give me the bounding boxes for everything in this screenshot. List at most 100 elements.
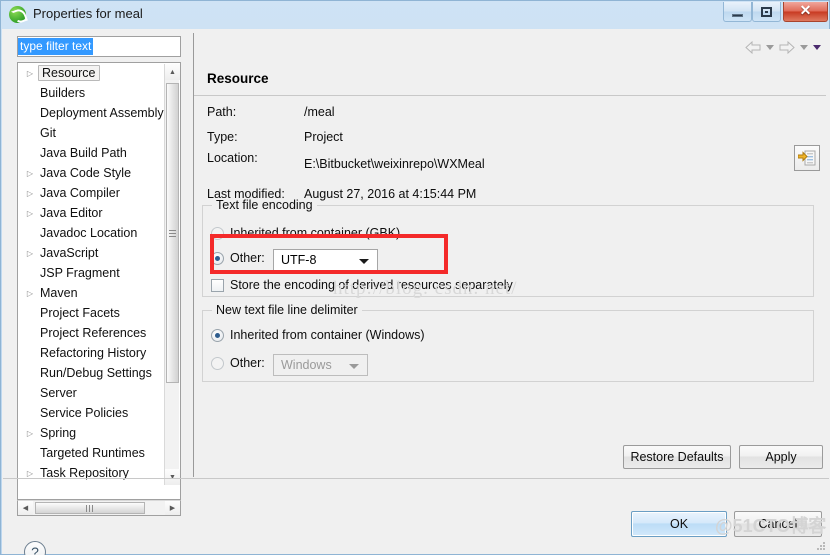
sidebar-item-project-facets[interactable]: ▷Project Facets <box>18 303 166 323</box>
sidebar-item-builders[interactable]: ▷Builders <box>18 83 166 103</box>
line-delimiter-title: New text file line delimiter <box>212 303 362 317</box>
sidebar-item-javadoc-location[interactable]: ▷Javadoc Location <box>18 223 166 243</box>
sidebar-item-task-repository[interactable]: ▷ Task Repository <box>18 463 166 483</box>
radio-icon <box>211 226 224 240</box>
minimize-button[interactable] <box>723 2 752 22</box>
scroll-up-icon[interactable]: ▲ <box>165 64 180 80</box>
checkbox-icon <box>211 278 224 292</box>
resize-grip-icon[interactable] <box>815 539 827 551</box>
sidebar-item-spring[interactable]: ▷ Spring <box>18 423 166 443</box>
page-title: Resource <box>207 71 269 86</box>
radio-icon <box>211 356 224 370</box>
window-title: Properties for meal <box>33 6 143 21</box>
delimiter-combo-value: Windows <box>281 358 332 372</box>
sidebar-item-label: JSP Fragment <box>40 266 120 280</box>
sidebar-item-javascript[interactable]: ▷ JavaScript <box>18 243 166 263</box>
encoding-other-radio[interactable]: Other: <box>211 251 265 265</box>
encoding-other-label: Other: <box>230 251 265 265</box>
expand-chevron-right-icon[interactable]: ▷ <box>22 189 38 198</box>
sidebar-item-resource[interactable]: ▷ Resource <box>18 63 166 83</box>
maximize-icon <box>761 6 772 17</box>
sidebar-item-refactoring-history[interactable]: ▷Refactoring History <box>18 343 166 363</box>
text-file-encoding-group: Text file encoding Inherited from contai… <box>202 198 814 297</box>
sidebar-item-label: Javadoc Location <box>40 226 138 240</box>
sidebar-item-maven[interactable]: ▷ Maven <box>18 283 166 303</box>
sidebar-item-label: Builders <box>40 86 86 100</box>
scroll-right-icon[interactable]: ▶ <box>165 501 180 515</box>
delimiter-other-label: Other: <box>230 356 265 370</box>
panel-divider <box>194 95 826 96</box>
delimiter-combo[interactable]: Windows <box>273 354 368 376</box>
forward-history-chevron-down-icon[interactable] <box>800 45 808 50</box>
expand-chevron-right-icon[interactable]: ▷ <box>22 429 38 438</box>
ok-button[interactable]: OK <box>631 511 727 537</box>
forward-arrow-icon[interactable] <box>779 41 795 54</box>
sidebar-item-label: Deployment Assembly <box>40 106 164 120</box>
sidebar-item-service-policies[interactable]: ▷Service Policies <box>18 403 166 423</box>
chevron-down-icon <box>359 259 369 264</box>
type-value: Project <box>304 130 343 144</box>
sidebar-item-label: Project References <box>40 326 147 340</box>
expand-chevron-right-icon[interactable]: ▷ <box>22 469 38 478</box>
tree-vertical-scrollbar[interactable]: ▲ ▼ <box>164 64 180 485</box>
encoding-combo[interactable]: UTF-8 <box>273 249 378 271</box>
expand-chevron-right-icon[interactable]: ▷ <box>22 289 38 298</box>
properties-dialog: Properties for meal ✕ type filter text ▷ <box>0 0 830 555</box>
maximize-button[interactable] <box>752 2 781 22</box>
sidebar-item-git[interactable]: ▷Git <box>18 123 166 143</box>
delimiter-inherited-radio[interactable]: Inherited from container (Windows) <box>211 328 425 342</box>
tree-hscroll-thumb[interactable] <box>35 502 145 514</box>
expand-chevron-right-icon[interactable]: ▷ <box>22 209 38 218</box>
expand-chevron-right-icon[interactable]: ▷ <box>22 249 38 258</box>
view-menu-chevron-down-icon[interactable] <box>813 45 821 50</box>
sidebar-item-label: Project Facets <box>40 306 120 320</box>
sidebar-item-java-build-path[interactable]: ▷Java Build Path <box>18 143 166 163</box>
sidebar-item-label: Git <box>40 126 56 140</box>
window-controls: ✕ <box>723 2 828 22</box>
open-resource-button[interactable] <box>794 145 820 171</box>
sidebar-item-jsp-fragment[interactable]: ▷JSP Fragment <box>18 263 166 283</box>
encoding-inherited-radio[interactable]: Inherited from container (GBK) <box>211 226 400 240</box>
back-arrow-icon[interactable] <box>745 41 761 54</box>
sidebar-item-java-editor[interactable]: ▷ Java Editor <box>18 203 166 223</box>
store-derived-checkbox[interactable]: Store the encoding of derived resources … <box>211 278 513 292</box>
cancel-button[interactable]: Cancel <box>734 511 822 537</box>
dialog-body: type filter text ▷Resource▷Builders▷Depl… <box>2 29 830 555</box>
filter-input[interactable] <box>17 36 181 57</box>
expand-chevron-right-icon[interactable]: ▷ <box>22 169 38 178</box>
sidebar-item-deployment-assembly[interactable]: ▷Deployment Assembly <box>18 103 166 123</box>
sidebar-item-java-code-style[interactable]: ▷ Java Code Style <box>18 163 166 183</box>
sidebar-item-targeted-runtimes[interactable]: ▷Targeted Runtimes <box>18 443 166 463</box>
delimiter-other-radio[interactable]: Other: <box>211 356 265 370</box>
spring-leaf-icon <box>9 6 26 23</box>
sidebar-item-java-compiler[interactable]: ▷ Java Compiler <box>18 183 166 203</box>
line-delimiter-group: New text file line delimiter Inherited f… <box>202 303 814 382</box>
help-button[interactable]: ? <box>24 541 46 555</box>
scroll-down-icon[interactable]: ▼ <box>165 469 180 485</box>
sidebar-item-project-references[interactable]: ▷Project References <box>18 323 166 343</box>
scroll-left-icon[interactable]: ◀ <box>18 501 33 515</box>
back-history-chevron-down-icon[interactable] <box>766 45 774 50</box>
close-button[interactable]: ✕ <box>783 2 828 22</box>
open-resource-icon <box>798 150 816 166</box>
apply-button[interactable]: Apply <box>739 445 823 469</box>
sidebar-item-server[interactable]: ▷Server <box>18 383 166 403</box>
sidebar-item-label: Maven <box>40 286 78 300</box>
title-bar: Properties for meal ✕ <box>1 1 830 29</box>
location-label: Location: <box>207 151 258 165</box>
sidebar-item-label: Java Build Path <box>40 146 127 160</box>
sidebar-item-run-debug-settings[interactable]: ▷Run/Debug Settings <box>18 363 166 383</box>
footer-divider <box>3 478 829 479</box>
restore-defaults-button[interactable]: Restore Defaults <box>623 445 731 469</box>
tree-horizontal-scrollbar[interactable]: ◀ ▶ <box>17 500 181 516</box>
tree-scroll-thumb[interactable] <box>166 83 179 383</box>
type-label: Type: <box>207 130 238 144</box>
minimize-icon <box>732 13 743 17</box>
expand-chevron-right-icon[interactable]: ▷ <box>22 69 38 78</box>
window-frame: Properties for meal ✕ type filter text ▷ <box>0 0 830 555</box>
radio-icon <box>211 328 224 342</box>
sidebar-item-label: JavaScript <box>40 246 99 260</box>
sidebar-item-label: Server <box>40 386 77 400</box>
path-label: Path: <box>207 105 237 119</box>
settings-tree[interactable]: ▷Resource▷Builders▷Deployment Assembly▷G… <box>17 62 181 500</box>
